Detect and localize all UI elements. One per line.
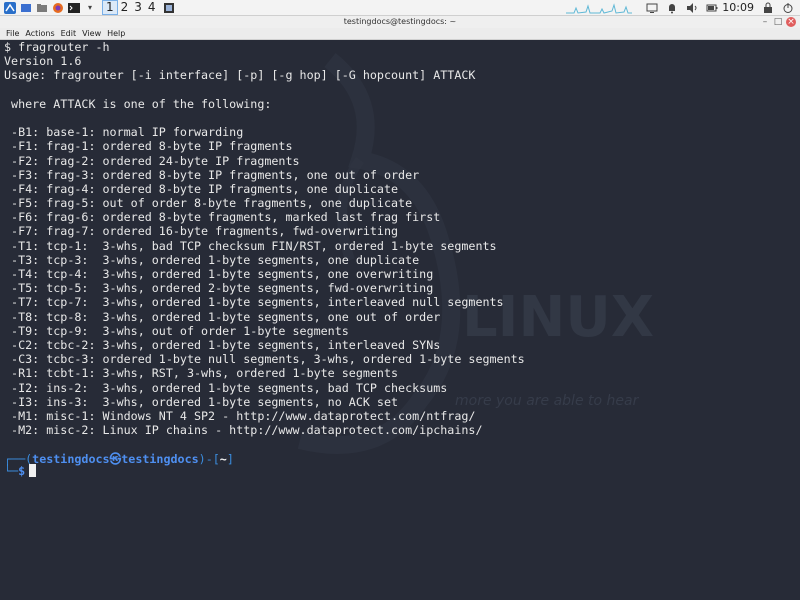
terminal-line: -C2: tcbc-2: 3-whs, ordered 1-byte segme… (4, 337, 441, 352)
prompt-line-1: ┌──(testingdocs㉿testingdocs)-[~] (4, 452, 234, 466)
close-icon[interactable]: × (786, 17, 796, 27)
active-window-icon[interactable] (163, 2, 175, 14)
workspace-1[interactable]: 1 (102, 0, 118, 15)
terminal-line: -M1: misc-1: Windows NT 4 SP2 - http://w… (4, 408, 476, 423)
taskbar: ▾ 1 2 3 4 10:09 (0, 0, 800, 16)
terminal-line: -F6: frag-6: ordered 8-byte fragments, m… (4, 210, 441, 225)
notification-bell-icon[interactable] (666, 2, 678, 14)
prompt-user-host: testingdocs㉿testingdocs (32, 452, 199, 466)
battery-icon[interactable] (706, 2, 718, 14)
volume-icon[interactable] (686, 2, 698, 14)
app-menu-icon[interactable] (4, 1, 16, 14)
show-desktop-icon[interactable] (20, 2, 32, 14)
monitor-icon[interactable] (646, 2, 658, 14)
chevron-down-icon[interactable]: ▾ (84, 2, 96, 14)
terminal-line: -M2: misc-2: Linux IP chains - http://ww… (4, 423, 483, 438)
terminal-line: -F1: frag-1: ordered 8-byte IP fragments (4, 139, 293, 154)
terminal-line: -T9: tcp-9: 3-whs, out of order 1-byte s… (4, 323, 349, 338)
workspace-4[interactable]: 4 (145, 1, 159, 14)
prompt-line-2[interactable]: └─$ (4, 464, 37, 478)
menu-view[interactable]: View (82, 28, 101, 39)
terminal-output: $ fragrouter -h Version 1.6 Usage: fragrou… (4, 40, 525, 437)
maximize-icon[interactable]: □ (773, 17, 783, 27)
workspace-3[interactable]: 3 (131, 1, 145, 14)
terminal-line: -F2: frag-2: ordered 24-byte IP fragment… (4, 153, 300, 168)
firefox-icon[interactable] (52, 2, 64, 14)
terminal-line: Version 1.6 (4, 54, 82, 69)
menu-actions[interactable]: Actions (25, 28, 54, 39)
terminal-line: -T4: tcp-4: 3-whs, ordered 1-byte segmen… (4, 267, 434, 281)
terminal-line: where ATTACK is one of the following: (4, 96, 272, 111)
terminal-line: -T8: tcp-8: 3-whs, ordered 1-byte segmen… (4, 309, 441, 324)
clock[interactable]: 10:09 (722, 1, 754, 14)
terminal-line: -F5: frag-5: out of order 8-byte fragmen… (4, 196, 413, 211)
workspace-switcher: 1 2 3 4 (102, 0, 159, 15)
terminal-line: -F4: frag-4: ordered 8-byte IP fragments… (4, 181, 399, 196)
prompt-symbol: $ (18, 464, 26, 478)
terminal-line: -C3: tcbc-3: ordered 1-byte null segment… (4, 352, 525, 367)
prompt-path: ~ (219, 452, 227, 466)
terminal-line: $ fragrouter -h (4, 40, 110, 54)
workspace-2[interactable]: 2 (118, 1, 132, 14)
menu-edit[interactable]: Edit (61, 28, 77, 39)
terminal-area[interactable]: LINUX more you are able to hear $ fragro… (0, 40, 800, 600)
lock-screen-icon[interactable] (762, 2, 774, 14)
cpu-graph-icon (566, 2, 633, 14)
power-icon[interactable] (782, 2, 794, 14)
terminal-line: -T3: tcp-3: 3-whs, ordered 1-byte segmen… (4, 252, 420, 267)
window-title: testingdocs@testingdocs: ~ (343, 17, 457, 26)
terminal-line: -B1: base-1: normal IP forwarding (4, 125, 244, 140)
terminal-line: -I3: ins-3: 3-whs, ordered 1-byte segmen… (4, 394, 399, 409)
terminal-line: -T1: tcp-1: 3-whs, bad TCP checksum FIN/… (4, 238, 497, 253)
terminal-line: -T5: tcp-5: 3-whs, ordered 2-byte segmen… (4, 281, 434, 296)
terminal-line: -I2: ins-2: 3-whs, ordered 1-byte segmen… (4, 380, 448, 395)
menu-help[interactable]: Help (107, 28, 125, 39)
menu-bar: File Actions Edit View Help (0, 28, 800, 40)
terminal-icon[interactable] (68, 2, 80, 14)
terminal-line: -T7: tcp-7: 3-whs, ordered 1-byte segmen… (4, 295, 504, 310)
terminal-line: -F7: frag-7: ordered 16-byte fragments, … (4, 224, 399, 239)
terminal-line: Usage: fragrouter [-i interface] [-p] [-… (4, 68, 476, 83)
terminal-line: -R1: tcbt-1: 3-whs, RST, 3-whs, ordered … (4, 366, 399, 381)
terminal-line: -F3: frag-3: ordered 8-byte IP fragments… (4, 167, 420, 182)
text-cursor[interactable] (29, 464, 37, 477)
menu-file[interactable]: File (6, 28, 19, 39)
file-manager-icon[interactable] (36, 2, 48, 14)
minimize-icon[interactable]: – (760, 17, 770, 27)
